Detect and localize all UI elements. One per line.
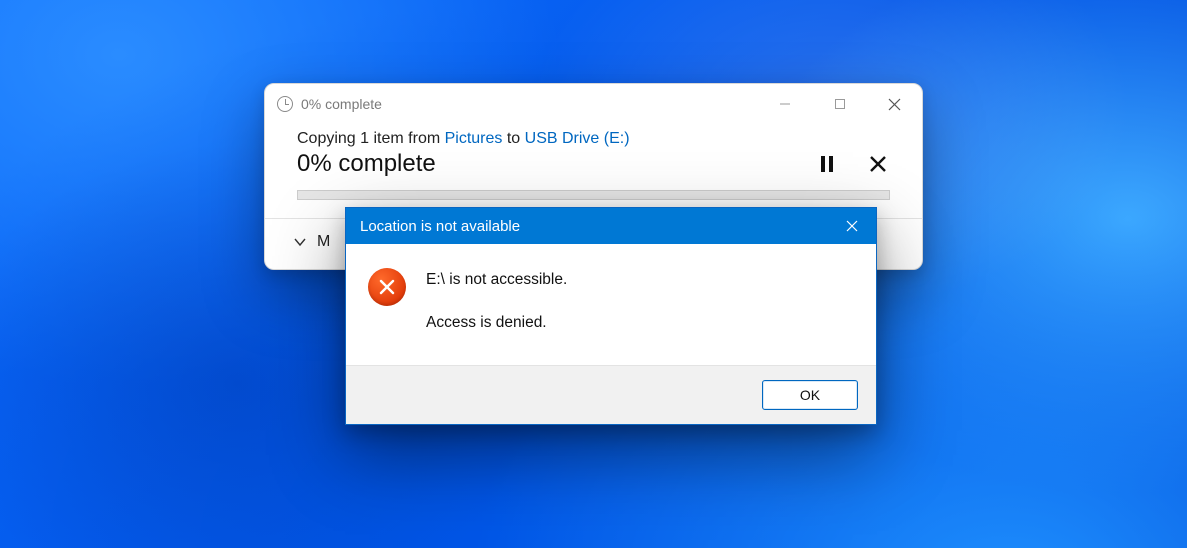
copy-dialog-title: 0% complete (301, 96, 757, 112)
error-dialog-title: Location is not available (360, 218, 520, 235)
error-line-1: E:\ is not accessible. (426, 268, 567, 291)
error-message: E:\ is not accessible. Access is denied. (426, 268, 567, 335)
error-dialog-titlebar[interactable]: Location is not available (346, 208, 876, 244)
more-details-label: M (317, 233, 330, 251)
close-button[interactable] (867, 84, 922, 124)
window-controls (757, 84, 922, 124)
progress-bar (297, 190, 890, 200)
copy-status-text: 0% complete (297, 150, 436, 178)
error-dialog-body: E:\ is not accessible. Access is denied. (346, 244, 876, 365)
error-line-2: Access is denied. (426, 311, 567, 334)
copy-action-buttons (820, 156, 890, 172)
copy-dialog-body: Copying 1 item from Pictures to USB Driv… (265, 124, 922, 218)
copy-dest-link[interactable]: USB Drive (E:) (525, 130, 630, 147)
ok-button[interactable]: OK (762, 380, 858, 410)
copy-desc-middle: to (502, 130, 524, 147)
minimize-button[interactable] (757, 84, 812, 124)
copy-dialog-titlebar[interactable]: 0% complete (265, 84, 922, 124)
copy-desc-prefix: Copying 1 item from (297, 130, 445, 147)
error-close-button[interactable] (828, 208, 876, 244)
chevron-down-icon (293, 235, 307, 249)
maximize-button[interactable] (812, 84, 867, 124)
ok-button-label: OK (800, 387, 820, 403)
error-dialog-footer: OK (346, 365, 876, 424)
pause-button[interactable] (820, 156, 834, 172)
cancel-button[interactable] (870, 156, 886, 172)
copy-status-row: 0% complete (297, 150, 890, 178)
error-dialog: Location is not available E:\ is not acc… (345, 207, 877, 425)
clock-icon (277, 96, 293, 112)
copy-source-link[interactable]: Pictures (445, 130, 503, 147)
copy-description: Copying 1 item from Pictures to USB Driv… (297, 130, 890, 148)
error-icon (368, 268, 406, 306)
